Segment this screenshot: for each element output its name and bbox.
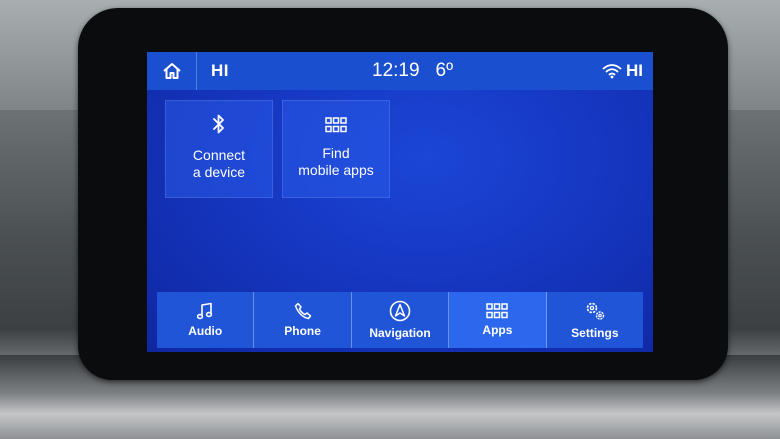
status-right: HI — [602, 52, 643, 90]
gears-icon — [586, 302, 605, 320]
tile-label: Find mobile apps — [298, 145, 374, 178]
phone-icon — [294, 302, 311, 320]
nav-label: Audio — [188, 324, 223, 338]
nav-apps[interactable]: Apps — [449, 292, 547, 348]
home-icon — [162, 63, 181, 79]
clock: 12:19 — [372, 60, 420, 81]
nav-phone[interactable]: Phone — [254, 292, 352, 348]
bluetooth-icon — [213, 114, 224, 134]
home-button[interactable] — [147, 52, 197, 90]
apps-grid-icon — [486, 303, 509, 319]
nav-label: Settings — [571, 326, 619, 340]
nav-settings[interactable]: Settings — [546, 292, 644, 348]
apps-grid-icon — [325, 117, 347, 133]
status-bar: HI 12:19 6º HI — [147, 52, 653, 90]
nav-label: Navigation — [369, 326, 431, 340]
bottom-nav-bar: Audio Phone Navigation Apps Settings — [157, 292, 644, 348]
connect-device-tile[interactable]: Connect a device — [165, 100, 273, 198]
tile-label: Connect a device — [192, 147, 246, 180]
nav-label: Phone — [284, 324, 321, 338]
outside-temperature: 6º — [435, 60, 454, 81]
nav-navigation[interactable]: Navigation — [351, 292, 450, 348]
infotainment-screen: HI 12:19 6º HI Connect a device Find mob… — [147, 52, 653, 352]
nav-label: Apps — [482, 323, 513, 337]
find-mobile-apps-tile[interactable]: Find mobile apps — [282, 100, 390, 198]
status-right-label: HI — [626, 61, 643, 80]
status-center: 12:19 6º — [372, 52, 453, 90]
nav-audio[interactable]: Audio — [157, 292, 255, 348]
status-left-label: HI — [211, 61, 229, 80]
navigation-arrow-icon — [389, 300, 411, 322]
music-note-icon — [197, 302, 213, 320]
wifi-icon — [602, 64, 622, 79]
